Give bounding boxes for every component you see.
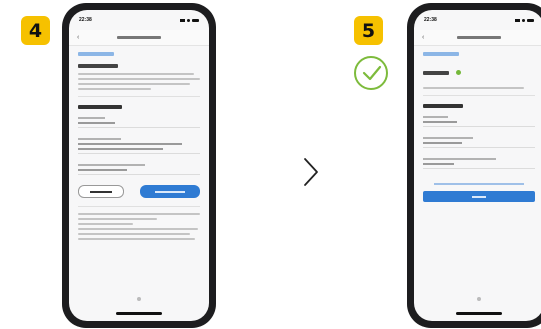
success-heading xyxy=(423,64,535,82)
screen-content xyxy=(414,46,541,208)
nav-title xyxy=(117,36,161,39)
phone-screen: 22:38 ‹ xyxy=(69,10,209,321)
text-line xyxy=(78,73,194,75)
text-line xyxy=(78,88,152,90)
success-dot-icon xyxy=(456,70,462,76)
divider xyxy=(78,206,200,207)
text-line xyxy=(78,233,191,235)
status-icons xyxy=(180,18,199,22)
section-title xyxy=(78,52,114,56)
form-field[interactable] xyxy=(78,138,200,154)
phone-step-4: 22:38 ‹ xyxy=(62,3,216,328)
form-heading xyxy=(78,105,122,109)
divider xyxy=(78,96,200,97)
nav-title xyxy=(457,36,501,39)
phone-step-5: 22:38 ‹ xyxy=(407,3,541,328)
chevron-right-icon xyxy=(304,158,318,186)
text-line xyxy=(78,213,200,215)
status-time: 22:38 xyxy=(424,17,437,23)
form-field[interactable] xyxy=(78,117,200,128)
back-icon[interactable]: ‹ xyxy=(422,34,424,41)
card-heading xyxy=(78,64,118,68)
status-time: 22:38 xyxy=(79,17,92,23)
primary-button[interactable] xyxy=(140,185,200,198)
form-field[interactable] xyxy=(78,164,200,175)
phone-screen: 22:38 ‹ xyxy=(414,10,541,321)
form-heading xyxy=(423,104,463,108)
text-line xyxy=(78,228,198,230)
text-line xyxy=(78,223,133,225)
nav-bar: ‹ xyxy=(69,30,209,46)
home-indicator xyxy=(116,312,162,315)
status-bar: 22:38 xyxy=(69,10,209,30)
check-circle-icon xyxy=(354,56,388,90)
step-badge-5: 5 xyxy=(354,16,383,45)
status-icons xyxy=(515,18,534,22)
page-indicator xyxy=(477,297,481,301)
secondary-button[interactable] xyxy=(78,185,124,198)
back-icon[interactable]: ‹ xyxy=(77,34,79,41)
text-line xyxy=(78,218,158,220)
home-indicator xyxy=(456,312,502,315)
page-indicator xyxy=(137,297,141,301)
text-line xyxy=(78,83,191,85)
form-field[interactable] xyxy=(423,158,535,169)
form-field[interactable] xyxy=(423,116,535,127)
button-row xyxy=(78,185,200,198)
section-title xyxy=(423,52,459,56)
link[interactable] xyxy=(434,183,524,185)
status-bar: 22:38 xyxy=(414,10,541,30)
text-line xyxy=(78,238,196,240)
screen-content xyxy=(69,46,209,249)
nav-bar: ‹ xyxy=(414,30,541,46)
text-line xyxy=(423,87,524,89)
text-line xyxy=(78,78,200,80)
step-badge-4: 4 xyxy=(21,16,50,45)
primary-button[interactable] xyxy=(423,191,535,202)
divider xyxy=(423,95,535,96)
form-field[interactable] xyxy=(423,137,535,148)
